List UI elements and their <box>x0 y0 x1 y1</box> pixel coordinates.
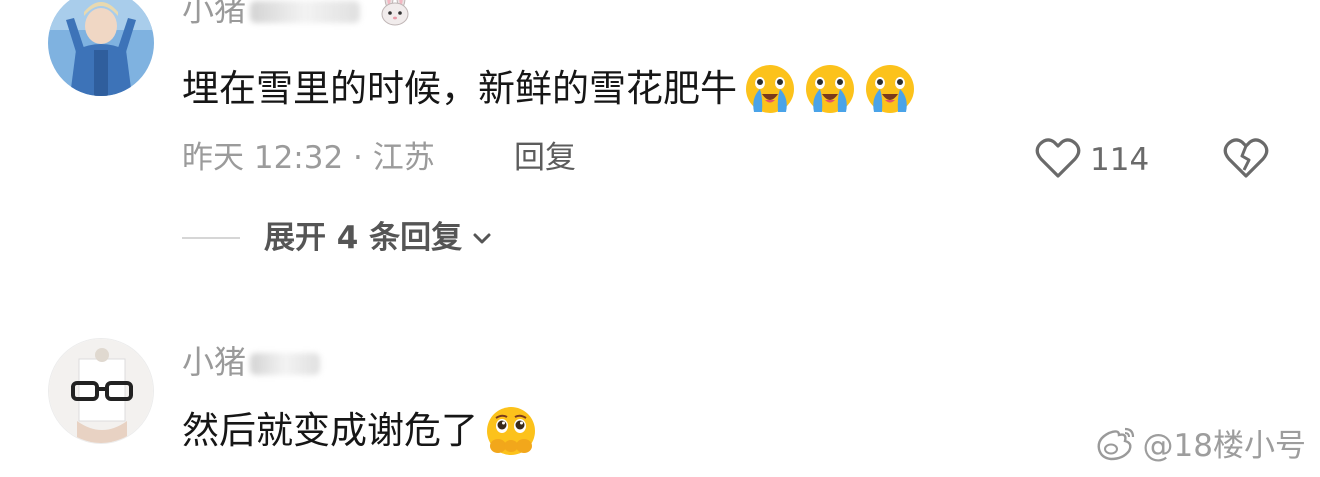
dislike-button[interactable] <box>1222 136 1270 184</box>
watermark-text: @18楼小号 <box>1142 428 1306 464</box>
reply-button[interactable]: 回复 <box>514 138 576 178</box>
comment-text: 然后就变成谢危了 <box>182 404 538 458</box>
weibo-logo-icon <box>1093 425 1137 461</box>
watermark: @18楼小号 <box>1093 420 1306 465</box>
username[interactable]: 小猪 <box>182 0 414 35</box>
expand-replies-label: 展开 4 条回复 <box>264 220 463 256</box>
like-count: 114 <box>1090 142 1150 178</box>
avatar[interactable] <box>48 338 154 444</box>
loudly-crying-face-icon <box>743 62 797 116</box>
rabbit-icon <box>376 0 414 35</box>
comment-text: 埋在雪里的时候，新鲜的雪花肥牛 <box>182 62 917 116</box>
comment-time-location: 昨天 12:32 · 江苏 <box>182 140 435 176</box>
comment-item: 小猪 埋在雪里的时候，新鲜的雪花肥牛 昨天 12:32 · 江苏 回复 114 … <box>0 0 1320 270</box>
loudly-crying-face-icon <box>863 62 917 116</box>
divider <box>182 237 240 239</box>
broken-heart-icon <box>1222 138 1270 184</box>
avatar[interactable] <box>48 0 154 96</box>
heart-icon <box>1034 136 1082 184</box>
username[interactable]: 小猪 <box>182 342 321 382</box>
comment-text-content: 然后就变成谢危了 <box>182 409 478 452</box>
username-text: 小猪 <box>182 343 247 381</box>
face-holding-back-tears-icon <box>484 404 538 458</box>
expand-replies-button[interactable]: 展开 4 条回复 <box>182 218 494 258</box>
comment-text-content: 埋在雪里的时候，新鲜的雪花肥牛 <box>182 67 737 110</box>
chevron-down-icon <box>470 226 494 250</box>
loudly-crying-face-icon <box>803 62 857 116</box>
username-redacted <box>250 353 321 375</box>
username-redacted <box>250 0 361 23</box>
username-text: 小猪 <box>182 0 247 29</box>
like-button[interactable]: 114 <box>1034 136 1149 184</box>
